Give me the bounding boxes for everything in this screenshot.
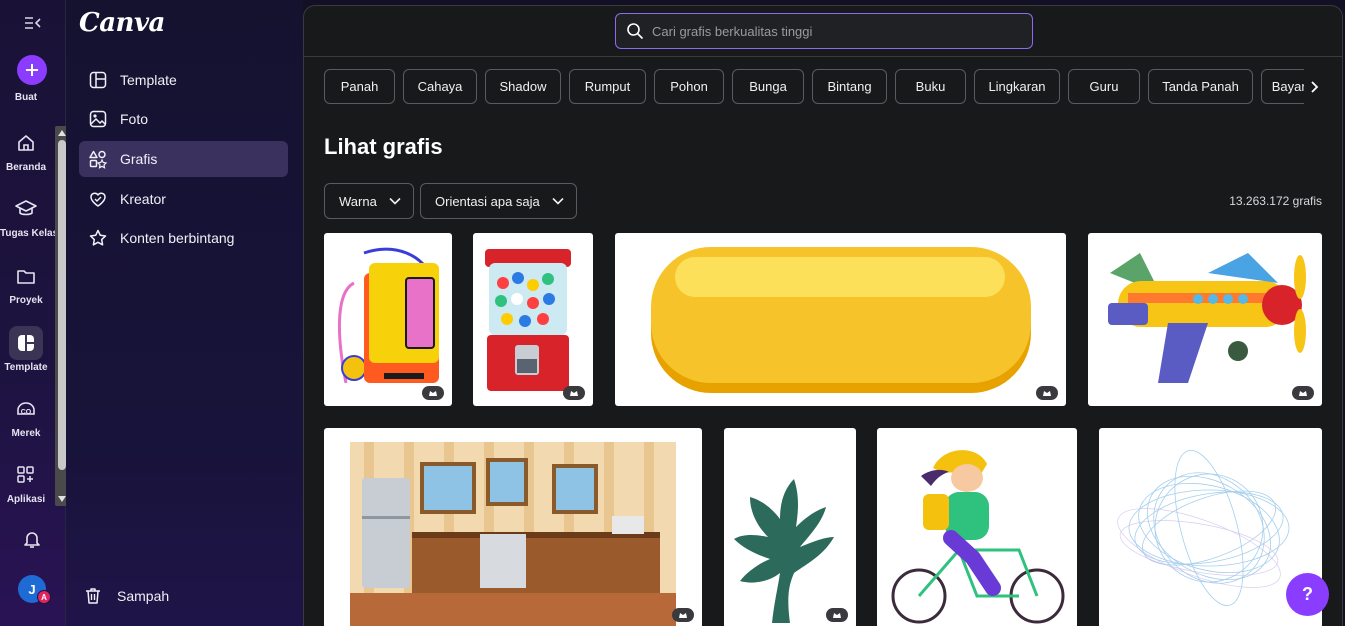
rail-label-home: Beranda	[5, 162, 46, 173]
rail-item-apps[interactable]: Aplikasi	[0, 458, 52, 505]
search-bar-area	[304, 6, 1342, 57]
rail-label-apps: Aplikasi	[6, 494, 46, 505]
sidebar-label-template: Template	[120, 72, 177, 88]
monstera-leaf-image	[734, 479, 834, 623]
home-icon	[9, 126, 43, 160]
heart-icon	[90, 192, 106, 207]
search-icon	[627, 23, 644, 40]
chip-rumput[interactable]: Rumput	[569, 69, 646, 104]
premium-crown-icon	[563, 386, 585, 400]
rail-item-classwork[interactable]: Tugas Kelas	[0, 192, 59, 239]
chip-pohon[interactable]: Pohon	[654, 69, 724, 104]
chip-tanda-panah[interactable]: Tanda Panah	[1148, 69, 1253, 104]
chip-panah[interactable]: Panah	[324, 69, 395, 104]
orientation-filter-label: Orientasi apa saja	[435, 193, 540, 209]
premium-crown-icon	[422, 386, 444, 400]
scroll-up-icon[interactable]	[58, 130, 66, 136]
bell-icon[interactable]	[21, 528, 43, 550]
shapes-icon	[89, 150, 108, 169]
rail-label-classwork: Tugas Kelas	[0, 228, 59, 239]
sidebar-item-template[interactable]: Template	[79, 62, 288, 98]
chip-lingkaran[interactable]: Lingkaran	[974, 69, 1060, 104]
chip-cahaya[interactable]: Cahaya	[403, 69, 477, 104]
secondary-sidebar: Canva Template Foto Grafis Kreator Konte…	[66, 0, 303, 626]
sidebar-label-graphics: Grafis	[120, 151, 158, 167]
chevron-down-icon	[389, 197, 401, 205]
rail-label-template: Template	[4, 362, 48, 373]
collapse-sidebar-icon[interactable]	[22, 12, 44, 34]
plus-icon	[26, 64, 38, 76]
gumball-machine-image	[485, 249, 571, 391]
help-button[interactable]: ?	[1286, 573, 1329, 616]
graduation-cap-icon	[9, 192, 43, 226]
create-label: Buat	[14, 92, 38, 103]
kitchen-illustration-image	[350, 442, 676, 626]
avatar-badge: A	[37, 590, 51, 604]
graphic-card-monstera-leaf[interactable]	[724, 428, 856, 626]
premium-crown-icon	[1292, 386, 1314, 400]
chip-shadow[interactable]: Shadow	[485, 69, 561, 104]
rail-label-brand: Merek	[11, 428, 41, 439]
chip-guru[interactable]: Guru	[1068, 69, 1140, 104]
premium-crown-icon	[826, 608, 848, 622]
rail-item-template[interactable]: Template	[0, 326, 52, 373]
folder-icon	[9, 259, 43, 293]
category-chips: Panah Cahaya Shadow Rumput Pohon Bunga Bintang…	[324, 69, 1324, 105]
graphic-card-cyclist[interactable]	[877, 428, 1077, 626]
chevron-right-icon[interactable]	[1304, 69, 1326, 105]
brand-icon: CO	[9, 392, 43, 426]
template-icon	[89, 71, 107, 89]
premium-crown-icon	[672, 608, 694, 622]
sidebar-item-graphics[interactable]: Grafis	[79, 141, 288, 177]
scroll-down-icon[interactable]	[58, 496, 66, 502]
page-title: Lihat grafis	[324, 134, 443, 159]
graphic-card-yellow-button[interactable]	[615, 233, 1066, 406]
apps-icon	[9, 458, 43, 492]
create-label-wrap: Buat	[0, 90, 52, 103]
rail-label-projects: Proyek	[9, 295, 43, 306]
color-filter-label: Warna	[339, 193, 377, 209]
cassette-player-image	[337, 247, 439, 384]
graphic-card-kitchen[interactable]	[324, 428, 702, 626]
trash-label: Sampah	[117, 588, 170, 604]
svg-text:CO: CO	[21, 409, 32, 416]
template-icon	[9, 326, 43, 360]
result-count: 13.263.172 grafis	[1229, 194, 1322, 208]
chip-bunga[interactable]: Bunga	[732, 69, 804, 104]
search-box[interactable]	[615, 13, 1033, 49]
sidebar-label-starred: Konten berbintang	[120, 230, 235, 246]
rail-item-home[interactable]: Beranda	[0, 126, 52, 173]
yellow-pill-button-image	[651, 247, 1031, 393]
chip-bintang[interactable]: Bintang	[812, 69, 887, 104]
trash-button[interactable]: Sampah	[83, 586, 169, 606]
premium-crown-icon	[1036, 386, 1058, 400]
graphic-card-gumball-machine[interactable]	[473, 233, 593, 406]
canva-logo[interactable]: Canva	[79, 8, 165, 38]
sidebar-label-photo: Foto	[120, 111, 149, 127]
toy-airplane-image	[1108, 253, 1306, 383]
chip-buku[interactable]: Buku	[895, 69, 966, 104]
graphic-card-toy-airplane[interactable]	[1088, 233, 1322, 406]
create-button[interactable]	[17, 55, 47, 85]
star-icon	[89, 229, 107, 246]
main-panel: PanahCahayaShadowRumputPohonBungaBintang…	[303, 5, 1343, 626]
sidebar-item-creator[interactable]: Kreator	[79, 181, 288, 217]
cyclist-illustration-image	[891, 450, 1065, 624]
photo-icon	[89, 110, 107, 128]
sidebar-item-photo[interactable]: Foto	[79, 101, 288, 137]
rail-item-brand[interactable]: CO Merek	[0, 392, 52, 439]
color-filter-dropdown[interactable]: Warna	[324, 183, 414, 219]
scrollbar-thumb[interactable]	[58, 140, 66, 470]
chevron-down-icon	[552, 197, 564, 205]
rail-item-projects[interactable]: Proyek	[0, 259, 52, 306]
search-input[interactable]	[652, 23, 1012, 39]
sidebar-item-starred[interactable]: Konten berbintang	[79, 220, 288, 256]
orientation-filter-dropdown[interactable]: Orientasi apa saja	[420, 183, 577, 219]
trash-icon	[86, 588, 100, 604]
left-rail: Buat Beranda Tugas Kelas Proyek Template…	[0, 0, 69, 626]
graphic-card-cassette-player[interactable]	[324, 233, 452, 406]
sidebar-label-creator: Kreator	[120, 191, 166, 207]
